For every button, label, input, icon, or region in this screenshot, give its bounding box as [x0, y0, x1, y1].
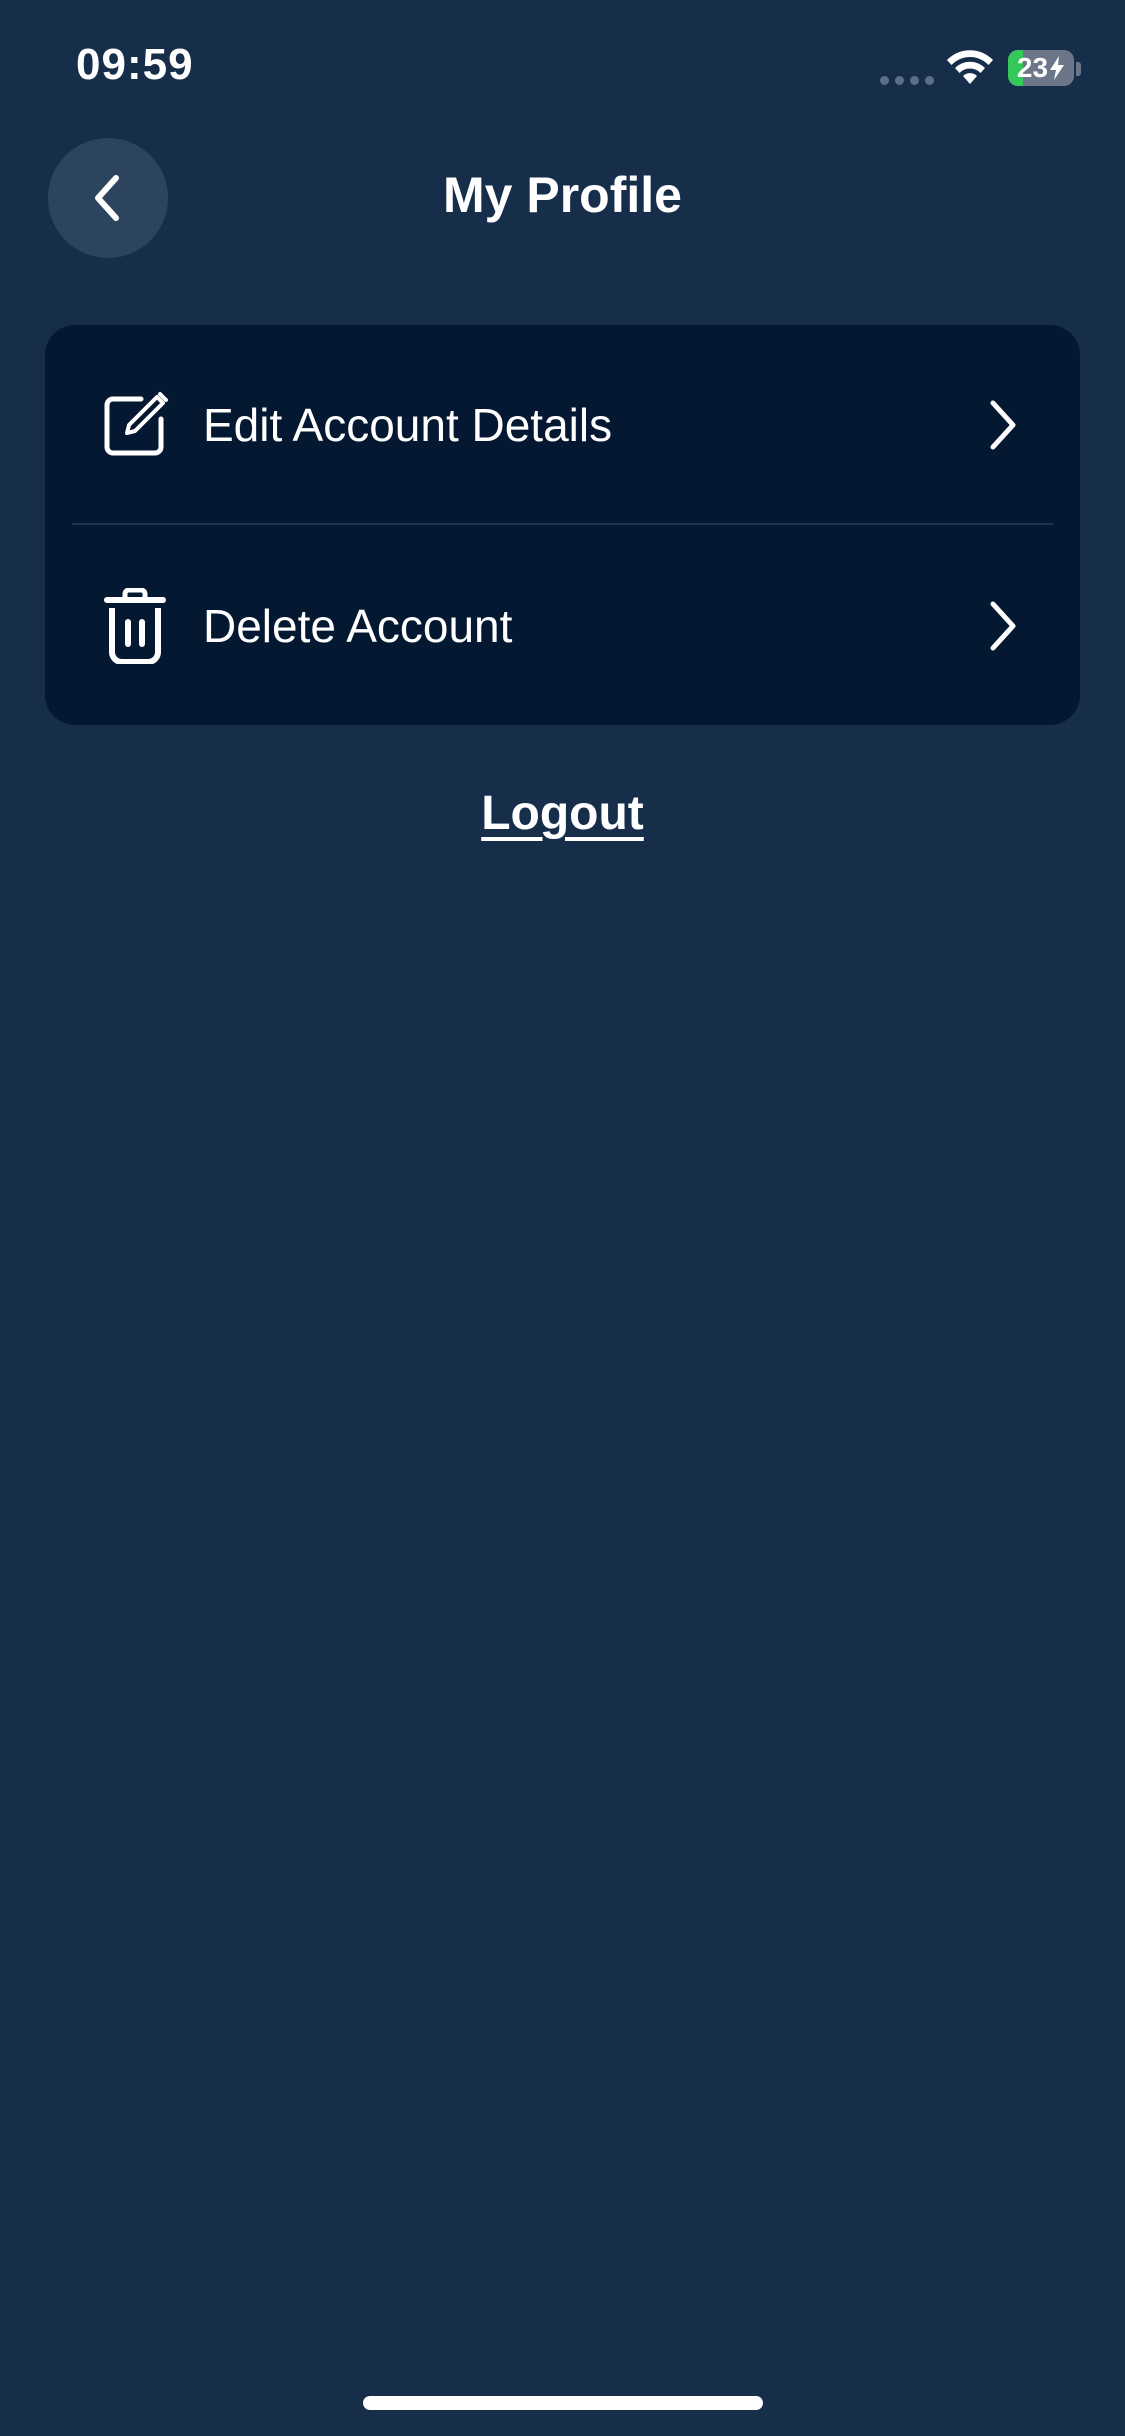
- page-title: My Profile: [443, 167, 682, 223]
- delete-account-item[interactable]: Delete Account: [45, 526, 1080, 725]
- status-time: 09:59: [76, 40, 194, 89]
- profile-menu-card: Edit Account Details Delete Account: [45, 325, 1080, 725]
- chevron-right-icon: [990, 601, 1016, 650]
- cellular-signal-icon: [880, 76, 934, 85]
- chevron-right-icon: [990, 400, 1016, 449]
- menu-divider: [72, 523, 1053, 525]
- status-bar: 09:59 23: [0, 0, 1125, 140]
- battery-indicator: 23: [1008, 50, 1074, 86]
- charging-bolt-icon: [1050, 56, 1065, 80]
- wifi-icon: [947, 50, 993, 84]
- menu-item-label: Delete Account: [203, 599, 513, 652]
- trash-icon: [99, 587, 171, 664]
- home-indicator[interactable]: [363, 2396, 763, 2410]
- edit-icon: [99, 389, 171, 461]
- battery-level: 23: [1016, 52, 1049, 83]
- logout-link[interactable]: Logout: [0, 786, 1125, 841]
- menu-item-label: Edit Account Details: [203, 398, 613, 451]
- edit-account-details-item[interactable]: Edit Account Details: [45, 325, 1080, 524]
- battery-nub: [1076, 62, 1081, 76]
